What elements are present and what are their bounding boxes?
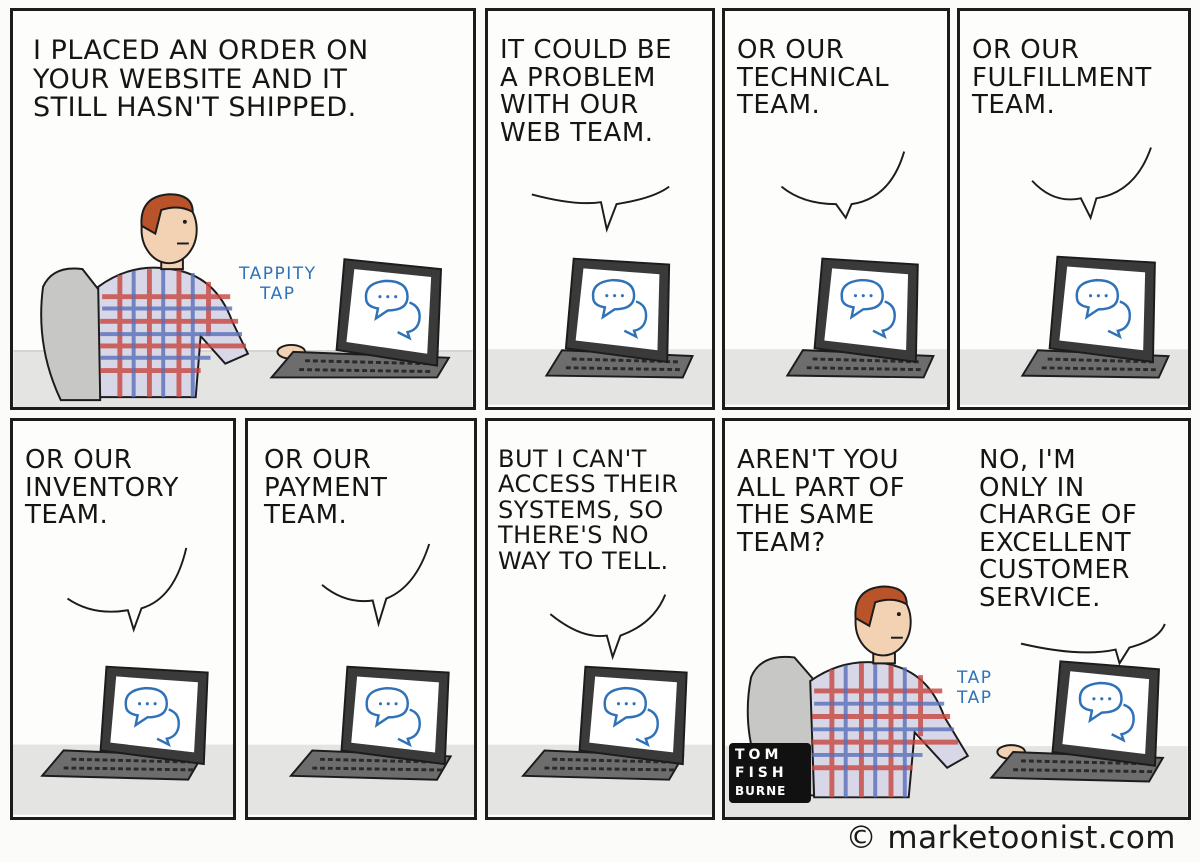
panel-2: IT COULD BE A PROBLEM WITH OUR WEB TEAM. bbox=[485, 8, 715, 410]
laptop-3 bbox=[785, 257, 935, 379]
laptop-5 bbox=[40, 665, 209, 781]
laptop-6 bbox=[288, 665, 453, 781]
panel-4: OR OUR FULFILLMENT TEAM. bbox=[957, 8, 1191, 410]
panel-1: I PLACED AN ORDER ON YOUR WEBSITE AND IT… bbox=[10, 8, 476, 410]
panel-3-caption: OR OUR TECHNICAL TEAM. bbox=[737, 35, 890, 121]
panel-4-caption: OR OUR FULFILLMENT TEAM. bbox=[972, 35, 1152, 121]
panel-7: BUT I CAN'T ACCESS THEIR SYSTEMS, SO THE… bbox=[485, 418, 715, 820]
panel-8-sound-effect: TAP TAP bbox=[957, 668, 993, 708]
panel-1-sound-effect: TAPPITY TAP bbox=[239, 264, 317, 304]
laptop-7 bbox=[521, 665, 688, 781]
laptop-2 bbox=[544, 257, 695, 379]
laptop-8 bbox=[989, 660, 1165, 783]
panel-6-caption: OR OUR PAYMENT TEAM. bbox=[264, 445, 388, 531]
panel-3: OR OUR TECHNICAL TEAM. bbox=[722, 8, 950, 410]
artist-signature: TOM FISH BURNE bbox=[729, 743, 821, 805]
panel-7-caption: BUT I CAN'T ACCESS THEIR SYSTEMS, SO THE… bbox=[498, 445, 679, 575]
signature-line-2: FISH bbox=[735, 765, 788, 781]
panel-5-caption: OR OUR INVENTORY TEAM. bbox=[25, 445, 179, 531]
panel-8-customer-caption: AREN'T YOU ALL PART OF THE SAME TEAM? bbox=[737, 445, 906, 558]
signature-line-3: BURNE bbox=[735, 784, 787, 798]
panel-2-caption: IT COULD BE A PROBLEM WITH OUR WEB TEAM. bbox=[500, 35, 672, 148]
laptop-4 bbox=[1020, 255, 1170, 379]
panel-5: OR OUR INVENTORY TEAM. bbox=[10, 418, 236, 820]
panel-6: OR OUR PAYMENT TEAM. bbox=[245, 418, 477, 820]
panel-8-agent-reply: NO, I'M ONLY IN CHARGE OF EXCELLENT CUST… bbox=[979, 445, 1138, 613]
signature-line-1: TOM bbox=[735, 747, 783, 763]
panel-1-caption: I PLACED AN ORDER ON YOUR WEBSITE AND IT… bbox=[33, 35, 369, 124]
site-credit: © marketoonist.com bbox=[845, 820, 1176, 856]
